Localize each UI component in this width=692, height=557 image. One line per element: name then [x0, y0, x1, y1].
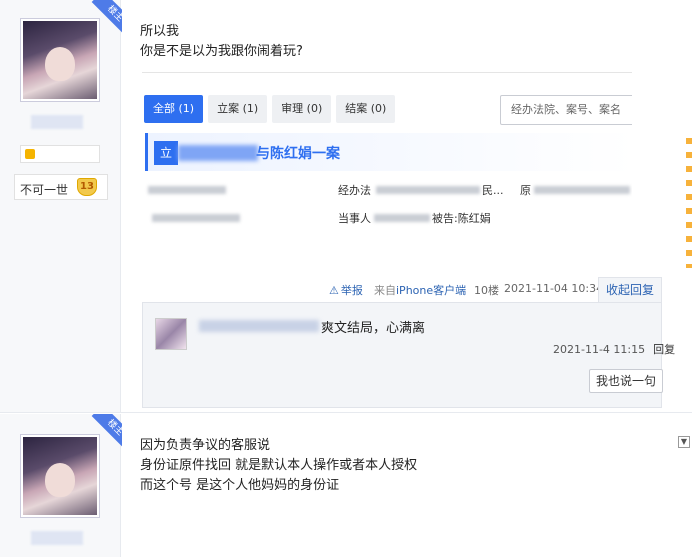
avatar-image: [23, 437, 97, 515]
username-blurred[interactable]: [199, 320, 319, 332]
case-status-tag: 立: [154, 141, 179, 165]
report-link[interactable]: 举报: [329, 282, 363, 298]
case-tabs: 全部 (1) 立案 (1) 审理 (0) 结案 (0): [144, 95, 396, 123]
post-next: 楼主 因为负责争议的客服说 身份证原件找回 就是默认本人操作或者本人授权 而这个…: [0, 414, 692, 557]
avatar[interactable]: [20, 434, 100, 518]
post-text-line: 而这个号 是这个人他妈妈的身份证: [140, 478, 340, 493]
tab-trial: 审理 (0): [272, 95, 332, 123]
subreply-text: 爽文结局，心满离: [321, 321, 426, 336]
post-text: 因为负责争议的客服说 身份证原件找回 就是默认本人操作或者本人授权 而这个号 是…: [140, 436, 417, 496]
case-title: 与陈红娟一案: [256, 146, 340, 162]
post-text: 所以我 你是不是以为我跟你闹着玩?: [140, 22, 303, 62]
post-text-line: 你是不是以为我跟你闹着玩?: [140, 44, 303, 59]
court-suffix: 民...: [482, 184, 504, 197]
add-comment-button[interactable]: 我也说一句: [589, 369, 663, 393]
redacted-text: [374, 214, 430, 222]
post-meta: 举报 来自iPhone客户端 10楼 2021-11-04 10:34: [122, 278, 662, 300]
case-header: 立 与陈红娟一案: [145, 133, 632, 171]
plaintiff-label: 原: [520, 184, 531, 197]
floor-number: 10楼: [474, 284, 499, 297]
party-defendant: 被告:陈红娟: [432, 212, 491, 225]
avatar[interactable]: [20, 18, 100, 102]
subreply-reply-link[interactable]: 回复: [653, 343, 675, 356]
redacted-text: [376, 186, 480, 194]
party-label: 当事人: [338, 212, 371, 225]
post-text-line: 所以我: [140, 24, 180, 39]
post-text-line: 身份证原件找回 就是默认本人操作或者本人授权: [140, 458, 418, 473]
level-title: 不可一世: [20, 183, 69, 197]
member-badge[interactable]: [20, 145, 100, 163]
source-prefix: 来自: [374, 284, 396, 297]
username-blurred[interactable]: [31, 531, 83, 545]
case-search-box: 经办法院、案号、案名: [500, 95, 632, 125]
redacted-text: [534, 186, 630, 194]
author-panel: 楼主 不可一世 13: [0, 0, 122, 412]
author-panel: 楼主: [0, 414, 122, 557]
subreply-meta: 2021-11-4 11:15 回复: [553, 341, 675, 357]
subreply-panel: 爽文结局，心满离 2021-11-4 11:15 回复 我也说一句: [142, 302, 675, 408]
subreply-time: 2021-11-4 11:15: [553, 343, 646, 356]
post-content: 所以我 你是不是以为我跟你闹着玩? 全部 (1) 立案 (1) 审理 (0) 结…: [122, 0, 692, 412]
avatar[interactable]: [155, 318, 187, 350]
chevron-down-icon[interactable]: ▼: [678, 436, 690, 448]
court-label: 经办法: [338, 184, 371, 197]
tab-filed: 立案 (1): [208, 95, 268, 123]
source-client-link[interactable]: iPhone客户端: [396, 284, 466, 297]
collapse-reply-button[interactable]: 收起回复: [598, 277, 662, 303]
post-time: 2021-11-04 10:34: [504, 282, 604, 295]
case-name-blurred: [178, 145, 258, 161]
embedded-screenshot: 全部 (1) 立案 (1) 审理 (0) 结案 (0) 经办法院、案号、案名 立…: [142, 72, 632, 230]
member-icon: [25, 149, 35, 159]
redacted-text: [152, 214, 240, 222]
post-text-line: 因为负责争议的客服说: [140, 438, 271, 453]
level-badge[interactable]: 不可一世 13: [14, 174, 108, 200]
post-source: 来自iPhone客户端: [374, 282, 466, 298]
redacted-text: [148, 186, 226, 194]
post-floor-10: 楼主 不可一世 13 所以我 你是不是以为我跟你闹着玩? 全部 (1) 立案 (…: [0, 0, 692, 413]
tab-all: 全部 (1): [144, 95, 204, 123]
post-content: 因为负责争议的客服说 身份证原件找回 就是默认本人操作或者本人授权 而这个号 是…: [122, 414, 692, 557]
username-blurred[interactable]: [31, 115, 83, 129]
page-edge-decoration: [686, 138, 692, 268]
avatar-image: [23, 21, 97, 99]
tab-closed: 结案 (0): [336, 95, 396, 123]
level-number-icon: 13: [77, 178, 97, 196]
